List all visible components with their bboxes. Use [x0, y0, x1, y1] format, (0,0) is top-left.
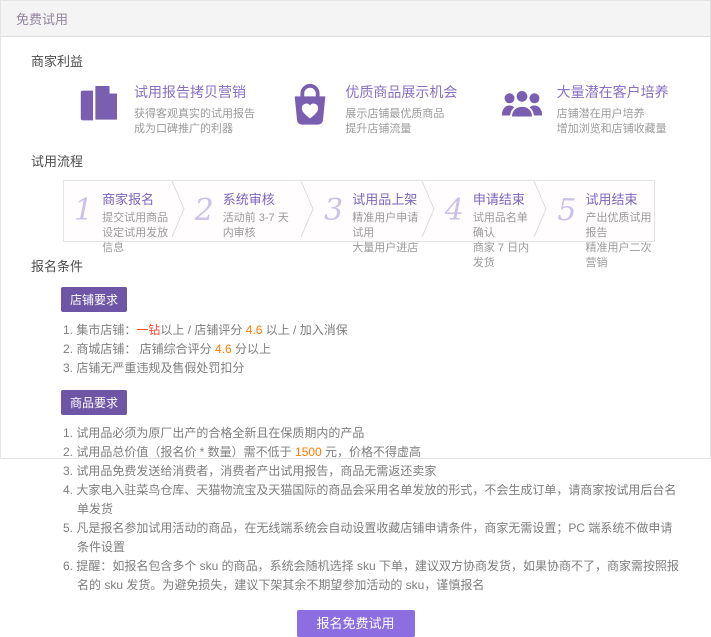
benefit-desc-line: 提升店铺流量 [345, 122, 457, 137]
rule-text: 分以上 [232, 342, 271, 356]
product-rule-4: 4. 大家电入驻菜鸟仓库、天猫物流宝及天猫国际的商品会采用名单发放的形式，不会生… [63, 481, 683, 519]
copy-report-icon [76, 82, 122, 128]
shop-rule-1: 1. 集市店铺：一钻以上 / 店铺评分 4.6 以上 / 加入消保 [63, 321, 683, 340]
step-desc-line: 活动前 3-7 天内审核 [223, 211, 298, 241]
step-title: 申请结束 [473, 189, 532, 208]
benefit-copy-marketing: 试用报告拷贝营销 获得客观真实的试用报告 成为口碑推广的利器 [76, 82, 279, 137]
product-rules-list: 1. 试用品必须为原厂出产的合格全新且在保质期内的产品 2. 试用品总价值（报名… [63, 424, 710, 595]
page-header: 免费试用 [1, 1, 710, 37]
benefit-title: 大量潜在客户培养 [557, 82, 669, 102]
shop-rule-2: 2. 商城店铺： 店铺综合评分 4.6 分以上 [63, 340, 683, 359]
rule-text: 元，价格不得虚高 [322, 445, 421, 459]
flow-step-1: 1 商家报名 提交试用商品 设定试用发放信息 [64, 181, 171, 241]
benefit-desc-line: 店铺潜在用户培养 [557, 107, 669, 122]
flow-step-5: 5 试用结束 产出优质试用报告 精准用户二次营销 [547, 181, 654, 241]
rule-text: 2. 商城店铺： 店铺综合评分 [63, 342, 215, 356]
step-desc-line: 商家 7 日内发货 [473, 241, 532, 271]
step-desc-line: 精准用户二次营销 [586, 241, 653, 271]
step-title: 商家报名 [102, 189, 169, 208]
benefit-customer-growth: 大量潜在客户培养 店铺潜在用户培养 增加浏览和店铺收藏量 [499, 82, 702, 137]
process-flow: 1 商家报名 提交试用商品 设定试用发放信息 2 系统审核 活动前 3-7 天内… [63, 180, 655, 242]
chevron-right-separator [300, 180, 314, 243]
benefits-row: 试用报告拷贝营销 获得客观真实的试用报告 成为口碑推广的利器 优质商品展示机会 … [76, 82, 710, 137]
step-desc-line: 试用品名单确认 [473, 211, 532, 241]
benefit-desc-line: 获得客观真实的试用报告 [134, 107, 255, 122]
rule-text: 1. 集市店铺： [63, 323, 136, 337]
rule-highlight: 4.6 [246, 323, 263, 337]
flow-step-2: 2 系统审核 活动前 3-7 天内审核 [185, 181, 301, 241]
rule-highlight: 1500 [295, 445, 322, 459]
benefit-product-display: 优质商品展示机会 展示店铺最优质商品 提升店铺流量 [287, 82, 490, 137]
product-rule-5: 5. 凡是报名参加试用活动的商品，在无线端系统会自动设置收藏店铺申请条件，商家无… [63, 519, 683, 557]
flow-step-4: 4 申请结束 试用品名单确认 商家 7 日内发货 [435, 181, 534, 241]
product-rule-6: 6. 提醒：如报名包含多个 sku 的商品，系统会随机选择 sku 下单，建议双… [63, 557, 683, 595]
step-title: 试用结束 [586, 189, 653, 208]
step-desc-line: 产出优质试用报告 [586, 211, 653, 241]
step-desc-line: 精准用户申请试用 [352, 211, 419, 241]
benefit-title: 优质商品展示机会 [345, 82, 457, 102]
step-number: 1 [74, 189, 93, 235]
rule-text: 2. 试用品总价值（报名价 * 数量）需不低于 [63, 445, 295, 459]
chevron-right-separator [421, 180, 435, 243]
shop-requirements-badge: 店铺要求 [61, 287, 127, 312]
shop-rules-list: 1. 集市店铺：一钻以上 / 店铺评分 4.6 以上 / 加入消保 2. 商城店… [63, 321, 710, 378]
page-title: 免费试用 [16, 9, 68, 28]
benefit-desc-line: 增加浏览和店铺收藏量 [557, 122, 669, 137]
process-heading: 试用流程 [31, 151, 710, 170]
step-desc-line: 大量用户进店 [352, 241, 419, 256]
step-text: 试用结束 产出优质试用报告 精准用户二次营销 [586, 189, 653, 235]
benefit-desc-line: 展示店铺最优质商品 [345, 107, 457, 122]
rule-text: 以上 / 加入消保 [262, 323, 347, 337]
step-text: 试用品上架 精准用户申请试用 大量用户进店 [352, 189, 419, 235]
benefit-text: 大量潜在客户培养 店铺潜在用户培养 增加浏览和店铺收藏量 [557, 82, 669, 137]
free-trial-page: 免费试用 商家利益 试用报告拷贝营销 获得客观真实的试用报告 成为口碑推广的利器 [0, 0, 711, 459]
product-requirements-badge: 商品要求 [61, 390, 127, 415]
product-rule-2: 2. 试用品总价值（报名价 * 数量）需不低于 1500 元，价格不得虚高 [63, 443, 683, 462]
rule-highlight: 4.6 [215, 342, 232, 356]
chevron-right-separator [533, 180, 547, 243]
product-rule-1: 1. 试用品必须为原厂出产的合格全新且在保质期内的产品 [63, 424, 683, 443]
shop-rule-3: 3. 店铺无严重违规及售假处罚扣分 [63, 359, 683, 378]
step-number: 2 [195, 189, 214, 235]
product-rule-3: 3. 试用品免费发送给消费者，消费者产出试用报告，商品无需返还卖家 [63, 462, 683, 481]
benefit-text: 试用报告拷贝营销 获得客观真实的试用报告 成为口碑推广的利器 [134, 82, 255, 137]
flow-step-3: 3 试用品上架 精准用户申请试用 大量用户进店 [314, 181, 421, 241]
step-number: 5 [557, 189, 576, 235]
benefit-text: 优质商品展示机会 展示店铺最优质商品 提升店铺流量 [345, 82, 457, 137]
step-desc-line: 提交试用商品 [102, 211, 169, 226]
rule-text: 以上 / 店铺评分 [160, 323, 245, 337]
step-text: 商家报名 提交试用商品 设定试用发放信息 [102, 189, 169, 235]
cta-row: 报名免费试用 [1, 610, 710, 637]
people-group-icon [499, 82, 545, 128]
benefits-heading: 商家利益 [31, 51, 710, 70]
rule-highlight: 一钻 [136, 323, 160, 337]
signup-free-trial-button[interactable]: 报名免费试用 [297, 610, 415, 637]
step-text: 系统审核 活动前 3-7 天内审核 [223, 189, 298, 235]
step-title: 系统审核 [223, 189, 298, 208]
benefit-desc-line: 成为口碑推广的利器 [134, 122, 255, 137]
step-title: 试用品上架 [352, 189, 419, 208]
chevron-right-separator [171, 180, 185, 243]
step-desc-line: 设定试用发放信息 [102, 226, 169, 256]
step-text: 申请结束 试用品名单确认 商家 7 日内发货 [473, 189, 532, 235]
step-number: 3 [324, 189, 343, 235]
benefit-title: 试用报告拷贝营销 [134, 82, 255, 102]
step-number: 4 [445, 189, 464, 235]
bag-heart-icon [287, 82, 333, 128]
